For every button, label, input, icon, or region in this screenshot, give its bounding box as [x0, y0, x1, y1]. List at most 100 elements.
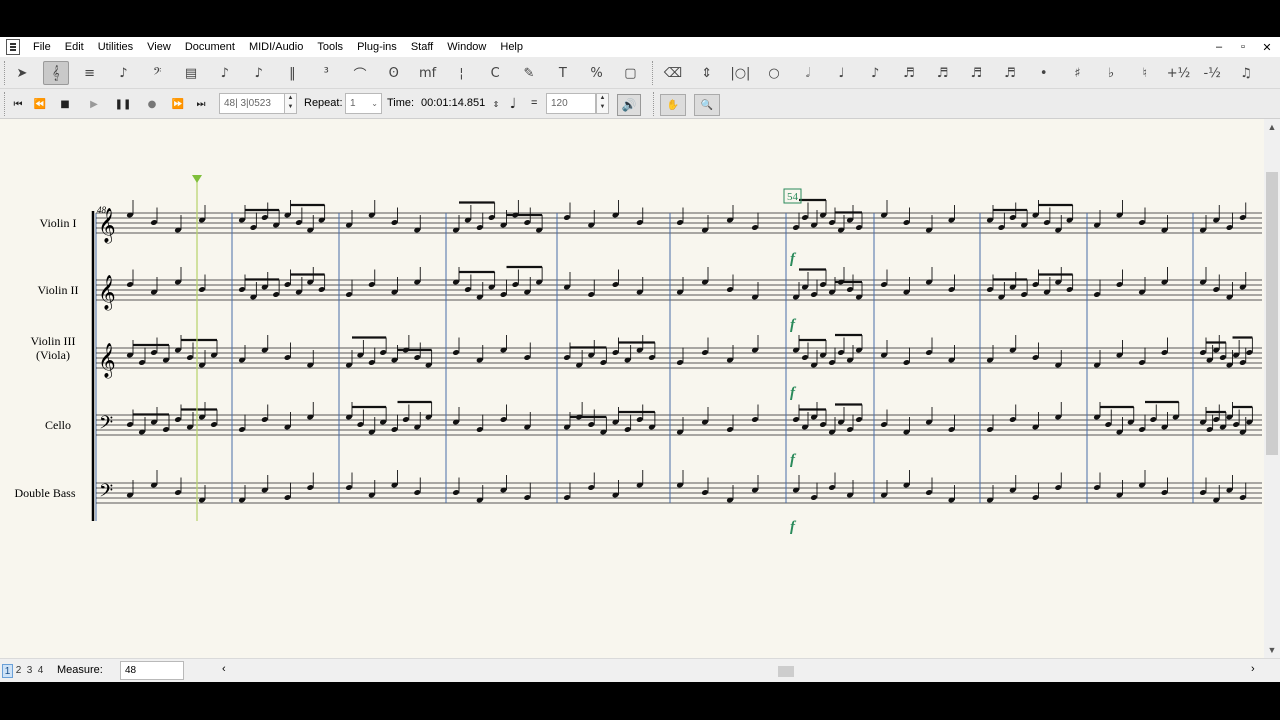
menu-edit[interactable]: Edit	[58, 37, 91, 57]
menu-window[interactable]: Window	[440, 37, 493, 57]
menu-view[interactable]: View	[140, 37, 178, 57]
vertical-scroll-thumb[interactable]	[1266, 172, 1278, 455]
natural-icon[interactable]: ♮	[1132, 61, 1158, 85]
zoom-icon[interactable]: 🔍	[694, 94, 720, 116]
page-4-button[interactable]: 4	[35, 664, 46, 678]
treble-clef-icon: 𝄞	[98, 275, 116, 311]
articulation-icon[interactable]: ʘ	[381, 61, 407, 85]
quarter-note-icon[interactable]: ♩	[829, 61, 855, 85]
dot-icon[interactable]: •	[1031, 61, 1057, 85]
text-tool-icon[interactable]: T	[550, 61, 576, 85]
toolbar-grip[interactable]	[4, 92, 7, 116]
staff-name: Violin I	[40, 216, 77, 230]
tempo-spinner[interactable]: ⇕	[490, 94, 502, 114]
smart-shape-icon[interactable]: ⌒	[347, 61, 373, 85]
bass-clef-icon: 𝄢	[99, 413, 113, 438]
pause-icon[interactable]: ❚❚	[113, 94, 133, 114]
menu-file[interactable]: File	[26, 37, 58, 57]
hand-grabber-icon[interactable]: ✋	[660, 94, 686, 116]
scroll-right-icon[interactable]: ›	[1251, 663, 1255, 675]
toolbar-grip[interactable]	[4, 61, 7, 85]
playback-settings-icon[interactable]: 🔊	[617, 94, 641, 116]
staff-name: Violin II	[38, 283, 79, 297]
sixteenth-note-icon[interactable]: ♬	[896, 61, 922, 85]
status-bar: 1 2 3 4 Measure: 48 ‹ ›	[0, 658, 1280, 682]
document-icon[interactable]	[6, 39, 20, 55]
tempo-equals: =	[531, 97, 538, 109]
repeat-select[interactable]: 1 ⌄	[345, 93, 382, 114]
simple-entry-icon[interactable]: ≡	[77, 61, 103, 85]
tempo-field[interactable]: 120	[546, 93, 596, 114]
clef-tool-icon[interactable]: 𝄢	[144, 61, 170, 85]
menu-plug-ins[interactable]: Plug-ins	[350, 37, 404, 57]
score-view[interactable]: Violin I 𝄞 Violin II 𝄞 Violin III (Viola) 𝄞 Cel…	[0, 119, 1264, 658]
menu-bar: File Edit Utilities View Document MIDI/A…	[0, 37, 1280, 57]
position-field[interactable]: 48| 3|0523	[219, 93, 285, 114]
toolbar-grip[interactable]	[652, 61, 655, 85]
rewind-icon[interactable]: ⏪	[30, 94, 50, 114]
measure-tool-icon[interactable]: ¦	[448, 61, 474, 85]
dynamic-marking: f	[790, 251, 797, 267]
measure-field[interactable]: 48	[120, 661, 184, 680]
tempo-note-icon[interactable]: ♩	[503, 94, 523, 114]
sixty-fourth-note-icon[interactable]: ♬	[963, 61, 989, 85]
staff-tool-icon[interactable]: 𝄞	[42, 61, 69, 85]
menu-tools[interactable]: Tools	[310, 37, 350, 57]
forward-to-end-icon[interactable]: ⏭	[191, 94, 211, 114]
eraser-icon[interactable]: ⌫	[660, 61, 686, 85]
scroll-left-icon[interactable]: ‹	[222, 663, 226, 675]
whole-note-icon[interactable]: ○	[761, 61, 787, 85]
flat-icon[interactable]: ♭	[1098, 61, 1124, 85]
tie-icon[interactable]: ♫	[1233, 61, 1259, 85]
position-spinner[interactable]: ▲ ▼	[284, 93, 297, 114]
breve-icon[interactable]: |○|	[727, 61, 753, 85]
minimize-button[interactable]: –	[1212, 41, 1226, 53]
menu-document[interactable]: Document	[178, 37, 242, 57]
page-layout-icon[interactable]: ▢	[617, 61, 643, 85]
close-button[interactable]: ✕	[1260, 41, 1274, 54]
resize-tool-icon[interactable]: %	[584, 61, 610, 85]
toolbar-grip[interactable]	[653, 92, 656, 116]
stop-icon[interactable]: ■	[55, 94, 75, 114]
dynamic-marking: f	[790, 452, 797, 468]
menu-utilities[interactable]: Utilities	[91, 37, 140, 57]
time-signature-icon[interactable]: ♪	[212, 61, 238, 85]
key-signature-icon[interactable]: ▤	[178, 61, 204, 85]
special-tools-icon[interactable]: ⇕	[694, 61, 720, 85]
fast-forward-icon[interactable]: ⏩	[168, 94, 188, 114]
chord-tool-icon[interactable]: C	[482, 61, 508, 85]
dynamic-marking: f	[790, 385, 797, 401]
tuplet-tool-icon[interactable]: ³	[313, 61, 339, 85]
note-mover-icon[interactable]: ♪	[246, 61, 272, 85]
record-icon[interactable]: ●	[142, 94, 162, 114]
speedy-entry-icon[interactable]: ♪	[110, 61, 136, 85]
horizontal-scroll-thumb[interactable]	[778, 666, 794, 677]
selection-tool-icon[interactable]: ➤	[9, 61, 35, 85]
scroll-down-icon[interactable]: ▼	[1264, 645, 1280, 655]
rewind-to-start-icon[interactable]: ⏮	[8, 94, 28, 114]
eighth-note-icon[interactable]: ♪	[862, 61, 888, 85]
tempo-value-spinner[interactable]: ▲ ▼	[596, 93, 609, 114]
scroll-up-icon[interactable]: ▲	[1264, 122, 1280, 132]
menu-midi-audio[interactable]: MIDI/Audio	[242, 37, 310, 57]
page-2-button[interactable]: 2	[13, 664, 24, 678]
half-step-down-icon[interactable]: -½	[1199, 61, 1225, 85]
score-canvas[interactable]: Violin I 𝄞Violin II 𝄞Violin III(Viola) 𝄞Cel…	[0, 119, 1264, 658]
sharp-icon[interactable]: ♯	[1064, 61, 1090, 85]
menu-staff[interactable]: Staff	[404, 37, 440, 57]
half-step-up-icon[interactable]: +½	[1166, 61, 1192, 85]
play-icon[interactable]: ▶	[84, 94, 104, 114]
measure-label: Measure:	[57, 664, 103, 676]
one-twenty-eighth-note-icon[interactable]: ♬	[997, 61, 1023, 85]
thirty-second-note-icon[interactable]: ♬	[930, 61, 956, 85]
expression-icon[interactable]: mf	[415, 61, 441, 85]
repeat-tool-icon[interactable]: ‖	[279, 61, 305, 85]
page-1-button[interactable]: 1	[2, 664, 13, 678]
vertical-scrollbar[interactable]: ▲ ▼	[1264, 119, 1280, 658]
lyrics-tool-icon[interactable]: ✎	[516, 61, 542, 85]
half-note-icon[interactable]: 𝅗𝅥	[795, 61, 821, 85]
staff-name: Cello	[45, 418, 71, 432]
restore-button[interactable]: ▫	[1236, 41, 1250, 53]
page-3-button[interactable]: 3	[24, 664, 35, 678]
menu-help[interactable]: Help	[493, 37, 530, 57]
